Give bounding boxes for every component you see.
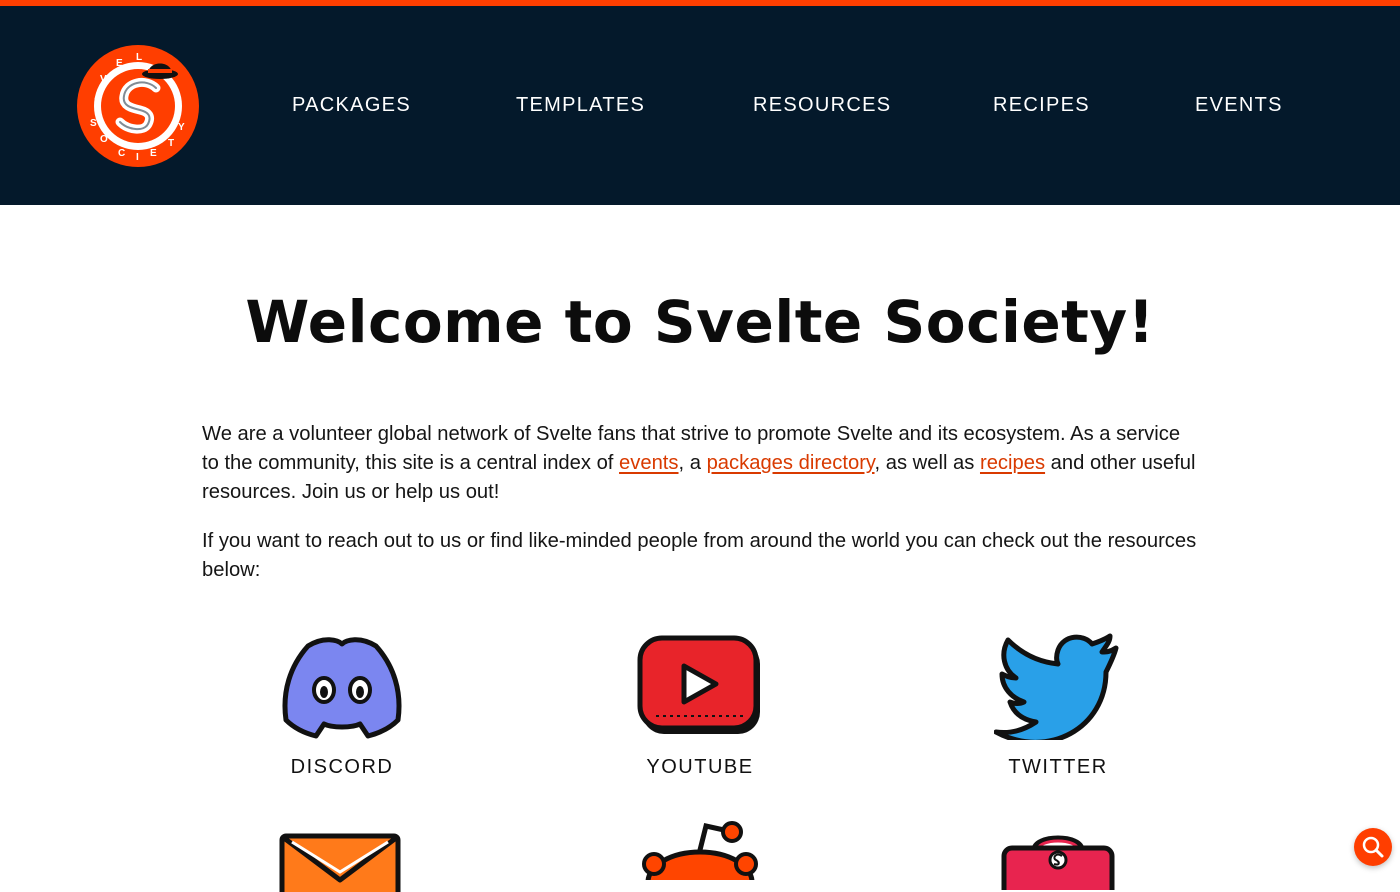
reddit-link[interactable] [590, 820, 810, 880]
nav-packages[interactable]: PACKAGES [292, 94, 411, 117]
svelte-society-logo[interactable]: S V E L S O C I E T Y [76, 44, 200, 168]
svg-text:S: S [94, 96, 101, 107]
svg-text:S: S [90, 118, 97, 129]
youtube-link[interactable]: YOUTUBE [590, 632, 810, 779]
svelte-bag-icon [1001, 835, 1115, 890]
twitter-label: TWITTER [1008, 756, 1108, 778]
intro-text-3: , as well as [874, 452, 980, 474]
reddit-icon [642, 821, 758, 880]
svg-text:E: E [150, 148, 157, 159]
nav-recipes[interactable]: RECIPES [993, 94, 1090, 117]
page-title: Welcome to Svelte Society! [245, 288, 1155, 356]
svg-text:Y: Y [178, 122, 185, 133]
svg-text:C: C [118, 148, 125, 159]
svg-text:L: L [136, 52, 142, 63]
discord-icon [282, 637, 402, 739]
email-icon [279, 833, 401, 892]
discord-label: DISCORD [290, 756, 394, 778]
email-link[interactable] [230, 832, 450, 892]
nav-events[interactable]: EVENTS [1195, 94, 1283, 117]
svg-text:T: T [168, 138, 174, 149]
search-button[interactable] [1354, 828, 1392, 866]
logo-icon: S V E L S O C I E T Y [77, 45, 199, 167]
twitter-link[interactable]: TWITTER [948, 632, 1168, 779]
packages-directory-link[interactable]: packages directory [707, 452, 875, 474]
nav-resources[interactable]: RESOURCES [753, 94, 891, 117]
intro-text-2: , a [678, 452, 707, 474]
recipes-link[interactable]: recipes [980, 452, 1045, 474]
svg-text:V: V [100, 74, 107, 85]
twitter-icon [994, 633, 1119, 740]
reach-out-paragraph: If you want to reach out to us or find l… [202, 530, 1197, 581]
site-header: S V E L S O C I E T Y PACKAGES TEMPLATES… [0, 6, 1400, 205]
discord-link[interactable]: DISCORD [232, 632, 452, 779]
intro-paragraph: We are a volunteer global network of Sve… [202, 420, 1202, 507]
svg-text:I: I [136, 152, 139, 163]
svg-text:O: O [100, 134, 108, 145]
events-link[interactable]: events [619, 452, 678, 474]
svg-text:E: E [116, 58, 123, 69]
youtube-label: YOUTUBE [646, 756, 754, 778]
youtube-icon [637, 635, 760, 734]
svelte-bag-link[interactable] [948, 830, 1168, 890]
search-icon [1362, 836, 1384, 858]
nav-templates[interactable]: TEMPLATES [516, 94, 645, 117]
